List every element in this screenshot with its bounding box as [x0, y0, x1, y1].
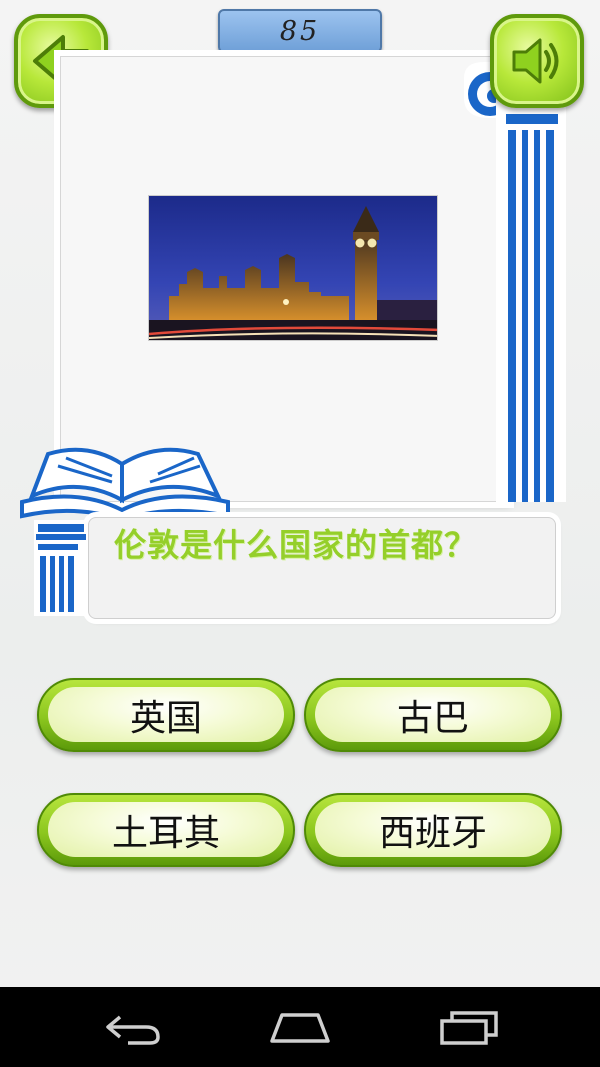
answer-label: 古巴	[315, 687, 551, 742]
question-photo	[148, 195, 438, 341]
open-book-icon	[20, 447, 230, 522]
answer-option-1[interactable]: 英国	[37, 678, 295, 752]
pillar-left-icon	[34, 520, 88, 616]
score-badge: 85	[218, 9, 382, 53]
london-photo-icon	[149, 196, 437, 340]
speaker-icon	[512, 38, 559, 84]
pillar-decoration-icon	[464, 62, 566, 502]
answer-label: 土耳其	[48, 802, 284, 857]
answer-label: 英国	[48, 687, 284, 742]
nav-back-icon[interactable]	[104, 1009, 162, 1045]
answer-label: 西班牙	[315, 802, 551, 857]
nav-recents-icon[interactable]	[438, 1009, 500, 1045]
question-text: 伦敦是什么国家的首都？	[114, 526, 478, 564]
score-value: 85	[279, 15, 321, 47]
sound-button[interactable]	[490, 14, 584, 108]
answer-option-4[interactable]: 西班牙	[304, 793, 562, 867]
nav-home-icon[interactable]	[268, 1009, 332, 1045]
answer-option-2[interactable]: 古巴	[304, 678, 562, 752]
answer-option-3[interactable]: 土耳其	[37, 793, 295, 867]
system-nav-bar	[0, 987, 600, 1067]
